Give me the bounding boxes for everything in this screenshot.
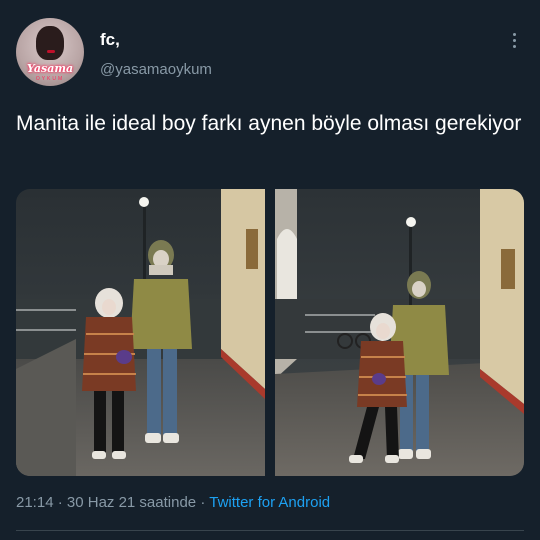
avatar-lips	[47, 50, 55, 53]
photo-1-image	[16, 189, 265, 476]
tweet-timestamp: 21:14 · 30 Haz 21 saatinde · Twitter for…	[16, 494, 330, 511]
avatar-logo-text: Yasama	[26, 62, 74, 75]
separator: ·	[57, 494, 63, 511]
tweet-source-link[interactable]: Twitter for Android	[209, 494, 330, 511]
photo-2-image	[275, 189, 524, 476]
tweet-time[interactable]: 21:14	[16, 494, 54, 511]
tweet-date[interactable]: 30 Haz 21 saatinde	[67, 494, 196, 511]
display-name[interactable]: fc,	[100, 30, 120, 50]
user-handle[interactable]: @yasamaoykum	[100, 61, 212, 78]
divider	[16, 530, 524, 531]
more-vertical-icon[interactable]	[502, 28, 526, 52]
avatar-face	[36, 26, 64, 60]
tweet-text: Manita ile ideal boy farkı aynen böyle o…	[16, 112, 522, 135]
avatar[interactable]: Yasama OYKUM	[16, 18, 84, 86]
avatar-sub-text: OYKUM	[35, 76, 65, 82]
tweet-photo-1[interactable]	[16, 189, 265, 476]
tweet-media[interactable]	[16, 189, 524, 476]
tweet-photo-2[interactable]	[275, 189, 524, 476]
separator: ·	[200, 494, 206, 511]
